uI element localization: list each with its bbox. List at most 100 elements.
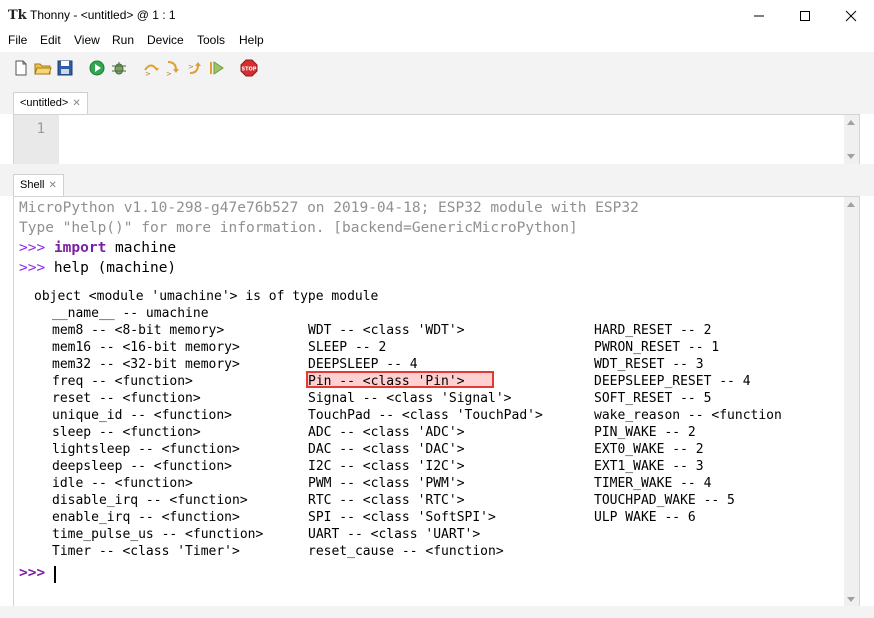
help-output-header: object <module 'umachine'> is of type mo… (34, 289, 379, 304)
shell-command-import: >>> import machine (19, 238, 176, 258)
help-output-entry: PIN_WAKE -- 2 (594, 425, 696, 440)
maximize-button[interactable] (782, 0, 828, 31)
shell-banner-line-2: Type "help()" for more information. [bac… (19, 220, 578, 236)
help-output-entry: idle -- <function> (52, 476, 193, 491)
tab-close-icon[interactable]: ✕ (48, 180, 56, 191)
help-output-entry: SOFT_RESET -- 5 (594, 391, 712, 406)
open-file-button[interactable] (34, 59, 52, 77)
tab-shell[interactable]: Shell ✕ (13, 174, 64, 197)
minimize-icon (754, 15, 764, 16)
help-output-entry: reset -- <function> (52, 391, 201, 406)
help-output-entry: SPI -- <class 'SoftSPI'> (308, 510, 496, 525)
maximize-icon (800, 10, 810, 21)
text-cursor (54, 566, 56, 583)
shell-panel[interactable]: MicroPython v1.10-298-g47e76b527 on 2019… (13, 196, 860, 608)
shell-tabstrip: Shell ✕ (0, 172, 874, 197)
help-output-entry: mem8 -- <8-bit memory> (52, 323, 225, 338)
step-into-button[interactable]: > (164, 59, 182, 78)
status-strip (0, 606, 874, 618)
step-out-icon: > (188, 62, 201, 74)
save-button[interactable] (56, 59, 74, 77)
help-output-entry: Pin -- <class 'Pin'> (308, 374, 465, 389)
keyword-import: import (53, 240, 107, 256)
help-output-entry: unique_id -- <function> (52, 408, 233, 423)
step-out-button[interactable]: > (186, 59, 204, 77)
help-output-entry: ADC -- <class 'ADC'> (308, 425, 465, 440)
help-output-entry: TIMER_WAKE -- 4 (594, 476, 712, 491)
close-icon (845, 10, 857, 21)
help-output-entry: TOUCHPAD_WAKE -- 5 (594, 493, 735, 508)
code-editor[interactable]: 1 (13, 114, 860, 165)
help-output-entry: reset_cause -- <function> (308, 544, 504, 559)
help-output-entry: Signal -- <class 'Signal'> (308, 391, 512, 406)
editor-tabstrip: <untitled> ✕ (0, 84, 874, 115)
scroll-down-icon[interactable] (847, 597, 855, 602)
help-output-entry: UART -- <class 'UART'> (308, 527, 481, 542)
menu-edit[interactable]: Edit (40, 33, 61, 47)
run-button[interactable] (88, 59, 106, 77)
title-bar: Tk Thonny - <untitled> @ 1 : 1 (0, 0, 874, 32)
scroll-down-icon[interactable] (847, 154, 855, 159)
help-output-entry: freq -- <function> (52, 374, 193, 389)
help-output-entry: TouchPad -- <class 'TouchPad'> (308, 408, 543, 423)
run-icon (89, 60, 105, 76)
tab-untitled[interactable]: <untitled> ✕ (13, 92, 88, 115)
menu-tools[interactable]: Tools (197, 33, 225, 47)
menu-help[interactable]: Help (239, 33, 264, 47)
menu-device[interactable]: Device (147, 33, 184, 47)
step-over-button[interactable]: > (142, 59, 160, 78)
stop-icon: STOP (240, 59, 258, 77)
stop-button[interactable]: STOP (240, 59, 258, 77)
help-output-entry: Timer -- <class 'Timer'> (52, 544, 240, 559)
close-button[interactable] (828, 0, 874, 31)
debug-icon (112, 62, 126, 75)
new-file-button[interactable] (12, 59, 30, 77)
help-output-entry: mem32 -- <32-bit memory> (52, 357, 240, 372)
menu-view[interactable]: View (74, 33, 100, 47)
tab-shell-label: Shell (20, 179, 45, 191)
save-icon (57, 60, 73, 76)
help-output-entry: lightsleep -- <function> (52, 442, 240, 457)
help-output-entry: DEEPSLEEP -- 4 (308, 357, 418, 372)
shell-input-prompt: >>> (19, 565, 46, 581)
editor-scrollbar[interactable] (844, 115, 859, 164)
resume-button[interactable] (208, 59, 226, 77)
stop-icon-label: STOP (242, 67, 257, 73)
help-output-entry: EXT0_WAKE -- 2 (594, 442, 704, 457)
scroll-up-icon[interactable] (847, 202, 855, 207)
help-output-entry: PWM -- <class 'PWM'> (308, 476, 465, 491)
help-output-entry: PWRON_RESET -- 1 (594, 340, 720, 355)
help-output-entry: SLEEP -- 2 (308, 340, 387, 355)
debug-button[interactable] (110, 59, 128, 77)
svg-text:>: > (145, 70, 151, 77)
help-output-entry: time_pulse_us -- <function> (52, 527, 264, 542)
menu-file[interactable]: File (8, 33, 27, 47)
shell-prompt: >>> (19, 240, 46, 256)
svg-text:>: > (188, 63, 194, 71)
help-output-entry: HARD_RESET -- 2 (594, 323, 712, 338)
line-number-gutter: 1 (14, 115, 59, 164)
new-file-icon (15, 60, 27, 76)
help-output-entry: I2C -- <class 'I2C'> (308, 459, 465, 474)
thonny-app-icon: Tk (8, 8, 27, 23)
help-output-entry: wake_reason -- <function (594, 408, 782, 423)
shell-banner-line-1: MicroPython v1.10-298-g47e76b527 on 2019… (19, 200, 639, 216)
menu-bar: File Edit View Run Device Tools Help (0, 31, 874, 51)
scroll-up-icon[interactable] (847, 120, 855, 125)
pane-separator[interactable] (0, 164, 874, 172)
tab-close-icon[interactable]: ✕ (72, 98, 80, 109)
svg-text:>: > (166, 70, 172, 77)
shell-scrollbar[interactable] (844, 197, 859, 607)
help-output-entry: RTC -- <class 'RTC'> (308, 493, 465, 508)
minimize-button[interactable] (736, 0, 782, 31)
open-file-icon (34, 63, 52, 75)
step-into-icon: > (166, 61, 179, 78)
resume-icon (210, 61, 224, 75)
help-output-entry: DAC -- <class 'DAC'> (308, 442, 465, 457)
help-output-entry: enable_irq -- <function> (52, 510, 240, 525)
help-output-entry: EXT1_WAKE -- 3 (594, 459, 704, 474)
help-output-name: __name__ -- umachine (52, 306, 209, 321)
help-output-entry: WDT_RESET -- 3 (594, 357, 704, 372)
menu-run[interactable]: Run (112, 33, 134, 47)
toolbar: > > > STOP (0, 52, 874, 84)
